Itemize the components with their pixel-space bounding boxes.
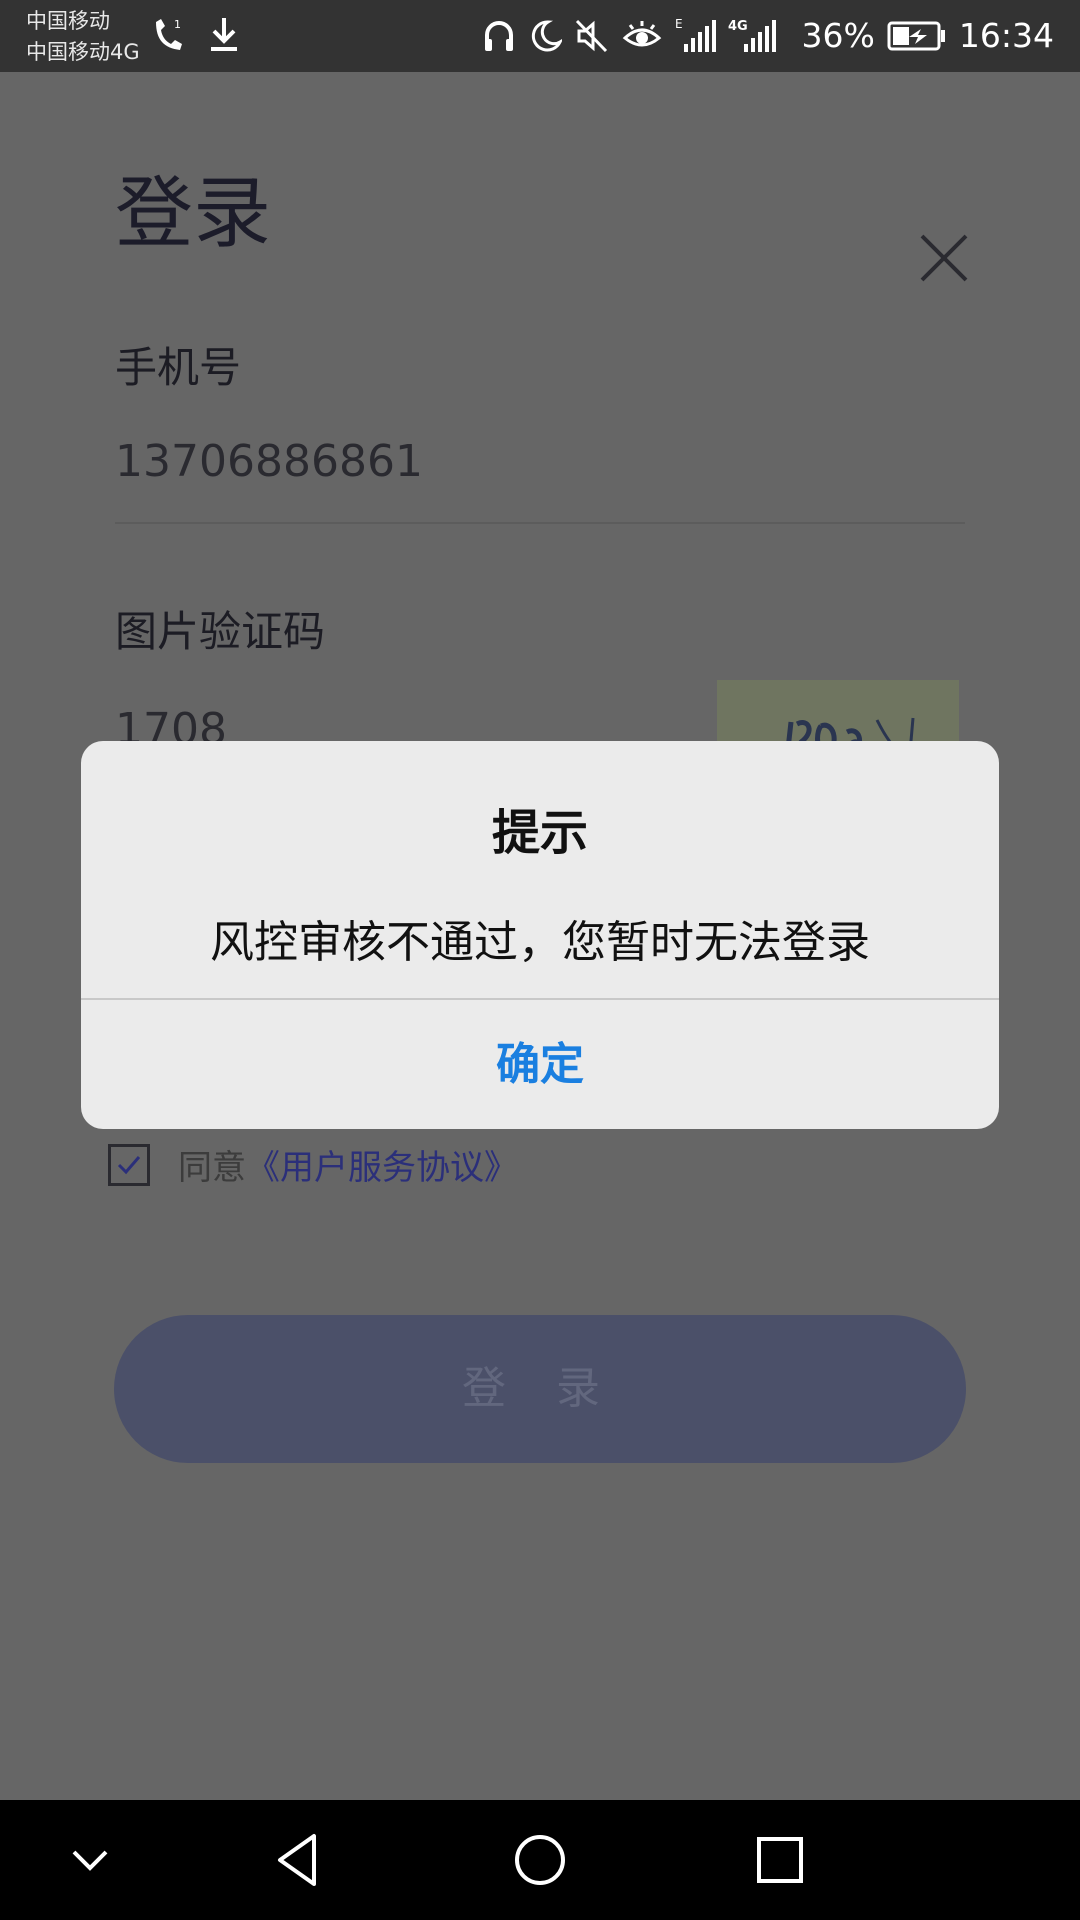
status-right-icons: E 4G 36% 16:34 <box>482 12 1054 60</box>
phone-divider <box>115 522 965 524</box>
agree-checkbox[interactable] <box>108 1143 150 1186</box>
navigation-bar <box>0 1800 1080 1920</box>
moon-icon <box>531 20 562 52</box>
user-agreement-link[interactable]: 《用户服务协议》 <box>246 1140 518 1189</box>
svg-text:1: 1 <box>174 18 181 31</box>
login-button[interactable]: 登 录 <box>114 1315 966 1463</box>
mute-icon <box>575 19 607 53</box>
status-bar: 中国移动 中国移动4G 1 E 4G 36% 16:34 <box>0 0 1080 72</box>
nav-back-icon[interactable] <box>270 1830 330 1890</box>
screen: 中国移动 中国移动4G 1 E 4G 36% 16:34 登录 手机号 1370… <box>0 0 1080 1920</box>
captcha-label: 图片验证码 <box>115 607 326 656</box>
carrier-1: 中国移动 <box>26 9 110 33</box>
nav-collapse-icon[interactable] <box>60 1830 120 1890</box>
clock: 16:34 <box>958 16 1054 55</box>
phone-label: 手机号 <box>115 343 242 392</box>
page-title: 登录 <box>115 169 272 259</box>
phone-input[interactable]: 13706886861 <box>115 434 423 490</box>
wifi-call-icon: 1 <box>156 18 182 50</box>
signal-icon: E 4G <box>675 17 776 52</box>
dialog-message: 风控审核不通过，您暂时无法登录 <box>210 917 870 968</box>
carrier-2: 中国移动4G <box>26 40 140 64</box>
status-left-icons: 1 <box>152 16 240 54</box>
agreement-row: 同意 《用户服务协议》 <box>108 1140 518 1189</box>
network-label: 4G <box>728 19 748 34</box>
network-small-label: E <box>675 17 683 31</box>
checkbox-check-icon <box>117 1155 141 1174</box>
dialog-title: 提示 <box>491 805 588 861</box>
nav-home-icon[interactable] <box>510 1830 570 1890</box>
headset-icon <box>484 21 513 51</box>
download-icon <box>211 18 237 51</box>
dialog-confirm-button[interactable]: 确定 <box>81 1000 999 1129</box>
eye-icon <box>622 21 661 47</box>
close-icon[interactable] <box>918 232 970 284</box>
alert-dialog: 提示 风控审核不通过，您暂时无法登录 确定 <box>81 741 999 1129</box>
battery-percent: 36% <box>801 16 875 55</box>
carrier-info: 中国移动 中国移动4G <box>26 6 140 68</box>
agree-prefix: 同意 <box>178 1148 246 1188</box>
nav-recents-icon[interactable] <box>750 1830 810 1890</box>
battery-icon <box>887 21 945 51</box>
